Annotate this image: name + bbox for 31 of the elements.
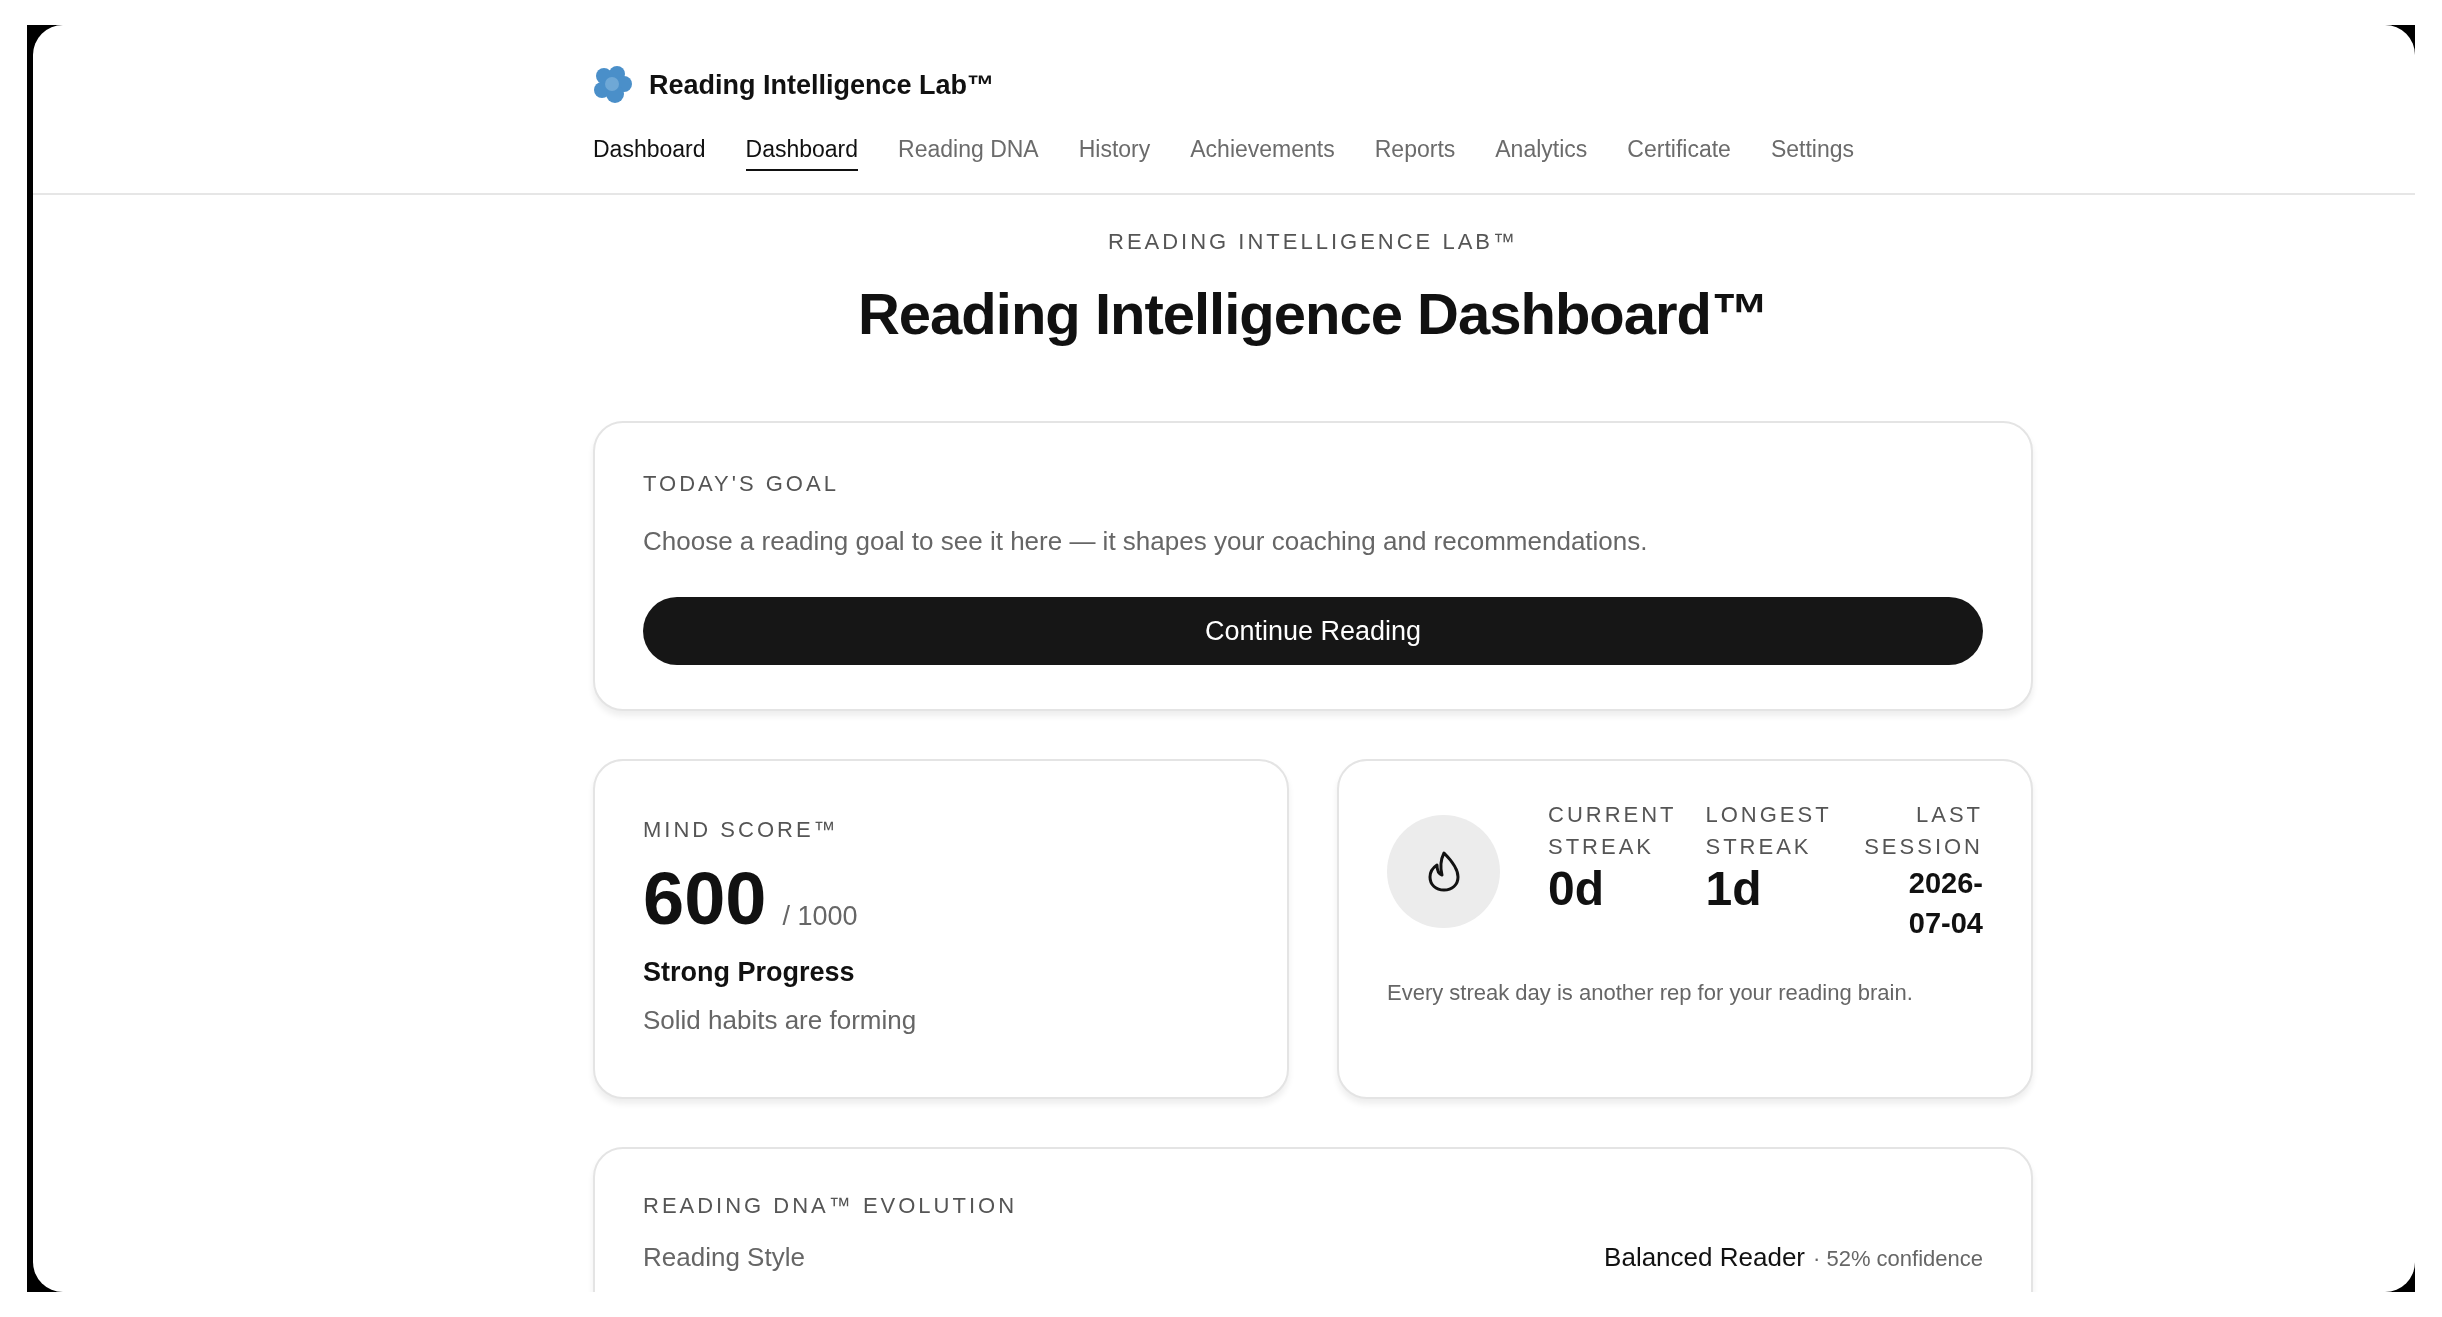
score-value: 600 bbox=[643, 862, 767, 936]
nav-tab[interactable]: Certificate bbox=[1627, 131, 1731, 171]
goal-text: Choose a reading goal to see it here — it shapes your coaching and recommendations. bbox=[643, 525, 1649, 558]
trait-label: Reading Style bbox=[643, 1241, 805, 1274]
brand-name: Reading Intelligence Lab™ bbox=[649, 69, 995, 102]
stat-label: LONGEST STREAK bbox=[1705, 801, 1833, 861]
nav-tab[interactable]: Reading DNA bbox=[898, 131, 1039, 171]
streak-note: Every streak day is another rep for your reading brain. bbox=[1387, 978, 1914, 1007]
stat-label: CURRENT STREAK bbox=[1548, 801, 1678, 861]
stat-value: 0d bbox=[1548, 862, 1605, 916]
score-max: / 1000 bbox=[782, 899, 858, 933]
stat-value: 1d bbox=[1705, 862, 1763, 916]
page-title: Reading Intelligence Dashboard™ bbox=[857, 280, 1769, 348]
stat-label: LAST SESSION bbox=[1863, 801, 1983, 861]
continue-reading-button[interactable]: Continue Reading bbox=[643, 597, 1983, 665]
nav-tab[interactable]: History bbox=[1078, 131, 1151, 171]
card-label: MIND SCORE™ bbox=[643, 816, 840, 844]
nav-tab[interactable]: Settings bbox=[1770, 131, 1854, 171]
nav-tab[interactable]: Dashboard bbox=[745, 131, 859, 171]
nav-tab[interactable]: Reports bbox=[1374, 131, 1456, 171]
trait-confidence: · 52% confidence bbox=[1813, 1245, 1983, 1273]
nav-tab[interactable]: Analytics bbox=[1495, 131, 1588, 171]
page-kicker: READING INTELLIGENCE LAB™ bbox=[1107, 228, 1519, 256]
nav-tab[interactable]: Achievements bbox=[1190, 131, 1335, 171]
stat-value: 2026-07-04 bbox=[1907, 865, 1983, 942]
card-label: TODAY'S GOAL bbox=[643, 470, 840, 498]
home-link[interactable]: Dashboard bbox=[593, 131, 706, 171]
trait-value: Balanced Reader bbox=[1604, 1241, 1805, 1274]
score-note: Solid habits are forming bbox=[643, 1003, 918, 1037]
score-status: Strong Progress bbox=[643, 956, 856, 989]
card-label: READING DNA™ EVOLUTION bbox=[643, 1192, 1019, 1220]
